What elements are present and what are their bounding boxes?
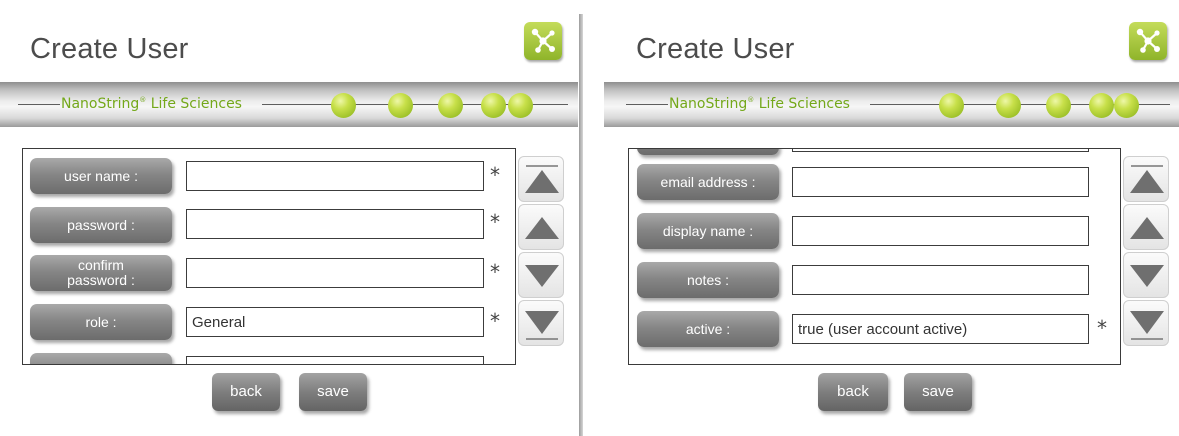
form-row-password: password : * bbox=[23, 207, 515, 247]
save-button[interactable]: save bbox=[904, 373, 972, 411]
save-button[interactable]: save bbox=[299, 373, 367, 411]
page-title: Create User bbox=[30, 33, 189, 65]
required-marker: * bbox=[490, 163, 500, 187]
email-address-input[interactable] bbox=[792, 167, 1089, 197]
back-button[interactable]: back bbox=[212, 373, 280, 411]
user-name-input[interactable] bbox=[186, 161, 484, 191]
password-label: password : bbox=[30, 207, 172, 243]
scroll-to-top-button[interactable] bbox=[1123, 156, 1169, 202]
scroll-up-button[interactable] bbox=[518, 204, 564, 250]
scroll-up-icon bbox=[525, 217, 559, 239]
form-row-user-name: user name : * bbox=[23, 158, 515, 198]
progress-dot bbox=[508, 93, 533, 118]
display-name-label: display name : bbox=[637, 213, 779, 249]
form-row-partial bbox=[629, 149, 1120, 159]
scroll-down-icon bbox=[525, 265, 559, 287]
next-field-label bbox=[30, 353, 172, 364]
active-select[interactable]: true (user account active) bbox=[792, 314, 1089, 344]
brand-name: NanoString® Life Sciences bbox=[669, 96, 850, 112]
progress-dot bbox=[481, 93, 506, 118]
scroll-down-button[interactable] bbox=[518, 252, 564, 298]
required-marker: * bbox=[490, 260, 500, 284]
scroll-to-top-icon bbox=[1130, 165, 1164, 193]
role-label: role : bbox=[30, 304, 172, 340]
notes-input[interactable] bbox=[792, 265, 1089, 295]
form-row-role: role : General * bbox=[23, 304, 515, 344]
user-name-label: user name : bbox=[30, 158, 172, 194]
scroll-to-top-icon bbox=[525, 165, 559, 193]
display-name-input[interactable] bbox=[792, 216, 1089, 246]
panel-divider bbox=[579, 14, 583, 436]
progress-dot bbox=[996, 93, 1021, 118]
brand-banner: NanoString® Life Sciences bbox=[604, 82, 1179, 127]
molecule-network-icon[interactable] bbox=[524, 22, 562, 60]
create-user-panel-left: Create User NanoString® Life Sciences us… bbox=[0, 0, 578, 436]
create-user-panel-right: Create User NanoString® Life Sciences em… bbox=[604, 0, 1179, 436]
scroll-to-bottom-icon bbox=[1130, 311, 1164, 340]
confirm-password-input[interactable] bbox=[186, 258, 484, 288]
form-row-active: active : true (user account active) * bbox=[629, 311, 1120, 351]
scroll-up-button[interactable] bbox=[1123, 204, 1169, 250]
notes-label: notes : bbox=[637, 262, 779, 298]
next-field-input[interactable] bbox=[186, 356, 484, 364]
user-form: user name : * password : * confirm passw… bbox=[22, 148, 516, 365]
page-title: Create User bbox=[636, 33, 795, 65]
progress-dot bbox=[331, 93, 356, 118]
progress-dot bbox=[1089, 93, 1114, 118]
brand-name: NanoString® Life Sciences bbox=[61, 96, 242, 112]
role-select[interactable]: General bbox=[186, 307, 484, 337]
banner-rule bbox=[18, 104, 60, 105]
back-button[interactable]: back bbox=[818, 373, 888, 411]
scroll-down-button[interactable] bbox=[1123, 252, 1169, 298]
banner-rule bbox=[626, 104, 668, 105]
required-marker: * bbox=[490, 309, 500, 333]
scroll-to-bottom-icon bbox=[525, 311, 559, 340]
progress-dot bbox=[1046, 93, 1071, 118]
progress-dot bbox=[388, 93, 413, 118]
form-row-notes: notes : bbox=[629, 262, 1120, 302]
previous-field-input[interactable] bbox=[792, 149, 1089, 152]
scroll-down-icon bbox=[1130, 265, 1164, 287]
scroll-to-top-button[interactable] bbox=[518, 156, 564, 202]
molecule-network-icon[interactable] bbox=[1129, 22, 1167, 60]
progress-dot bbox=[1114, 93, 1139, 118]
progress-dot bbox=[939, 93, 964, 118]
scroll-to-bottom-button[interactable] bbox=[1123, 300, 1169, 346]
password-input[interactable] bbox=[186, 209, 484, 239]
brand-banner: NanoString® Life Sciences bbox=[0, 82, 578, 127]
form-row-confirm-password: confirm password : * bbox=[23, 255, 515, 295]
scroll-up-icon bbox=[1130, 217, 1164, 239]
confirm-password-label: confirm password : bbox=[30, 255, 172, 291]
form-row-email-address: email address : bbox=[629, 164, 1120, 204]
form-row-partial bbox=[23, 353, 515, 364]
user-form: email address : display name : notes : a… bbox=[628, 148, 1121, 365]
required-marker: * bbox=[1097, 316, 1107, 340]
progress-dot bbox=[438, 93, 463, 118]
required-marker: * bbox=[490, 210, 500, 234]
form-row-display-name: display name : bbox=[629, 213, 1120, 253]
active-label: active : bbox=[637, 311, 779, 347]
scroll-to-bottom-button[interactable] bbox=[518, 300, 564, 346]
email-address-label: email address : bbox=[637, 164, 779, 200]
previous-field-label bbox=[637, 149, 779, 155]
